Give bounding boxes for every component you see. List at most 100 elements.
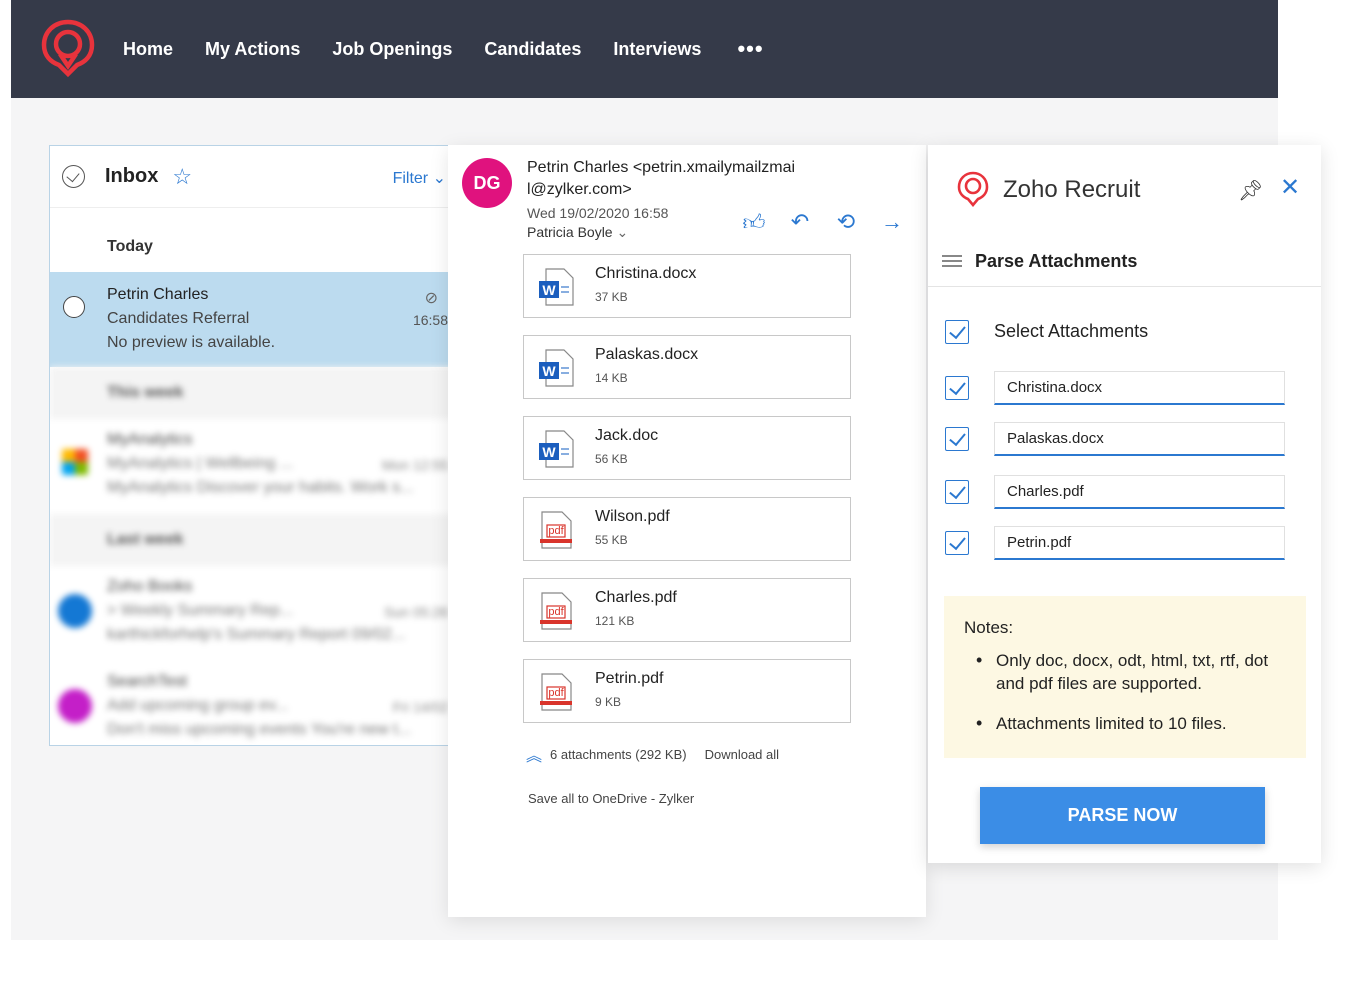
group-today: Today xyxy=(107,238,153,255)
nav-candidates[interactable]: Candidates xyxy=(484,39,581,60)
mail-time: Mon 12:55 xyxy=(381,457,448,473)
top-nav: Home My Actions Job Openings Candidates … xyxy=(11,0,1278,98)
mail-subject: MyAnalytics | Wellbeing ... xyxy=(107,455,294,472)
like-icon[interactable]: 👍︎ xyxy=(742,209,766,236)
zoho-recruit-panel: Zoho Recruit 📌︎ ✕ Parse Attachments Sele… xyxy=(928,145,1321,863)
menu-icon[interactable] xyxy=(942,255,962,267)
nav-job-openings[interactable]: Job Openings xyxy=(332,39,452,60)
attachment-summary: ︽ 6 attachments (292 KB) Download all xyxy=(526,742,779,766)
inbox-header: Inbox ☆ Filter ⌄ xyxy=(50,146,458,208)
pin-icon[interactable]: 📌︎ xyxy=(1238,178,1263,203)
mail-select-radio[interactable] xyxy=(63,296,85,318)
attachment-size: 121 KB xyxy=(595,614,635,628)
reply-icon[interactable]: ↶ xyxy=(788,209,812,236)
attachment-field[interactable]: Charles.pdf xyxy=(994,475,1285,509)
note-item: Only doc, docx, odt, html, txt, rtf, dot… xyxy=(976,649,1296,695)
favorite-star-icon[interactable]: ☆ xyxy=(172,164,192,190)
notes-title: Notes: xyxy=(964,618,1014,637)
nav-interviews[interactable]: Interviews xyxy=(613,39,701,60)
chevron-down-icon: ⌄ xyxy=(616,224,629,240)
mail-subject: Add upcoming group ev... xyxy=(107,697,289,714)
note-item: Attachments limited to 10 files. xyxy=(976,712,1296,735)
attachment-checkbox[interactable] xyxy=(945,531,969,555)
microsoft-icon xyxy=(62,449,88,475)
inbox-title: Inbox xyxy=(105,165,159,187)
attachment-list: W Christina.docx 37 KB W Palaskas.docx 1… xyxy=(523,254,851,740)
panel-title: Zoho Recruit xyxy=(1003,176,1141,203)
blurred-mail-list: This week MyAnalytics MyAnalytics | Well… xyxy=(50,367,458,745)
attachment-card[interactable]: pdf Charles.pdf 121 KB xyxy=(523,578,851,642)
attachment-checkbox[interactable] xyxy=(945,376,969,400)
attachment-count[interactable]: 6 attachments (292 KB) xyxy=(550,747,687,762)
avatar xyxy=(58,689,92,723)
word-file-icon: W xyxy=(539,349,574,387)
filter-label: Filter xyxy=(392,170,429,187)
group-this-week: This week xyxy=(50,367,458,419)
mail-preview: karthickforhelp's Summary Report 09/02..… xyxy=(107,626,406,643)
panel-subtitle: Parse Attachments xyxy=(975,251,1138,271)
mail-preview: No preview is available. xyxy=(107,334,276,351)
paperclip-icon: ⊘ xyxy=(424,290,438,307)
notes-box: Notes: Only doc, docx, odt, html, txt, r… xyxy=(944,596,1306,758)
attachment-field[interactable]: Palaskas.docx xyxy=(994,422,1285,456)
mail-time: 16:58 xyxy=(412,312,448,328)
attachment-size: 14 KB xyxy=(595,371,628,385)
attachment-checkbox[interactable] xyxy=(945,427,969,451)
attachment-field[interactable]: Christina.docx xyxy=(994,371,1285,405)
word-file-icon: W xyxy=(539,268,574,306)
mail-item-selected[interactable]: Petrin Charles Candidates Referral No pr… xyxy=(50,272,458,367)
zoho-recruit-logo-icon[interactable] xyxy=(39,18,97,78)
svg-text:W: W xyxy=(542,363,556,379)
attachment-size: 37 KB xyxy=(595,290,628,304)
sender-avatar: DG xyxy=(462,158,512,208)
pdf-file-icon: pdf xyxy=(540,673,572,711)
save-to-onedrive-link[interactable]: Save all to OneDrive - Zylker xyxy=(528,791,694,806)
select-all-checkbox[interactable] xyxy=(945,320,969,344)
chevron-down-icon: ⌄ xyxy=(432,170,446,187)
recipient[interactable]: Patricia Boyle ⌄ xyxy=(527,224,628,241)
filter-button[interactable]: Filter ⌄ xyxy=(393,168,446,188)
attachment-card[interactable]: W Jack.doc 56 KB xyxy=(523,416,851,480)
panel-subheader: Parse Attachments xyxy=(928,237,1321,287)
attachment-card[interactable]: pdf Wilson.pdf 55 KB xyxy=(523,497,851,561)
pdf-file-icon: pdf xyxy=(540,592,572,630)
attachment-size: 9 KB xyxy=(595,695,622,709)
mail-preview: MyAnalytics Discover your habits. Work s… xyxy=(107,479,414,496)
download-all-link[interactable]: Download all xyxy=(705,747,779,762)
mail-from: SearchTest xyxy=(107,673,188,690)
sender-address: Petrin Charles <petrin.xmailymailzmail@z… xyxy=(527,159,796,198)
avatar xyxy=(58,594,92,628)
notes-list: Only doc, docx, odt, html, txt, rtf, dot… xyxy=(976,649,1296,752)
mail-subject: > Weekly Summary Rep... xyxy=(107,602,293,619)
list-item[interactable]: MyAnalytics MyAnalytics | Wellbeing ... … xyxy=(50,419,458,514)
attachment-card[interactable]: W Palaskas.docx 14 KB xyxy=(523,335,851,399)
attachment-name: Charles.pdf xyxy=(595,589,677,606)
zoho-recruit-logo-icon xyxy=(957,171,989,207)
attachment-field[interactable]: Petrin.pdf xyxy=(994,526,1285,560)
attachment-checkbox[interactable] xyxy=(945,480,969,504)
group-last-week: Last week xyxy=(50,514,458,566)
select-all-label: Select Attachments xyxy=(994,321,1149,341)
forward-icon[interactable]: → xyxy=(880,209,904,236)
list-item[interactable]: Zoho Books > Weekly Summary Rep... karth… xyxy=(50,566,458,661)
nav-my-actions[interactable]: My Actions xyxy=(205,39,300,60)
select-all-icon[interactable] xyxy=(62,165,85,188)
parse-now-button[interactable]: PARSE NOW xyxy=(980,787,1265,844)
close-icon[interactable]: ✕ xyxy=(1280,173,1300,202)
svg-text:W: W xyxy=(542,282,556,298)
attachment-name: Jack.doc xyxy=(595,427,659,444)
svg-text:pdf: pdf xyxy=(548,525,564,537)
attachment-size: 56 KB xyxy=(595,452,628,466)
more-icon[interactable]: ••• xyxy=(737,36,763,62)
nav-home[interactable]: Home xyxy=(123,39,173,60)
reading-pane: DG Petrin Charles <petrin.xmailymailzmai… xyxy=(448,145,926,917)
attachment-card[interactable]: W Christina.docx 37 KB xyxy=(523,254,851,318)
mail-time: Fri 14/02 xyxy=(392,699,448,715)
attachment-card[interactable]: pdf Petrin.pdf 9 KB xyxy=(523,659,851,723)
list-item[interactable]: SearchTest Add upcoming group ev... Don'… xyxy=(50,661,458,745)
reply-all-icon[interactable]: ⟲ xyxy=(834,209,858,236)
mail-subject: Candidates Referral xyxy=(107,310,250,327)
mail-time: Sun 05:28 xyxy=(384,604,448,620)
nav-items: Home My Actions Job Openings Candidates … xyxy=(123,0,764,98)
chevron-up-icon[interactable]: ︽ xyxy=(526,742,542,766)
